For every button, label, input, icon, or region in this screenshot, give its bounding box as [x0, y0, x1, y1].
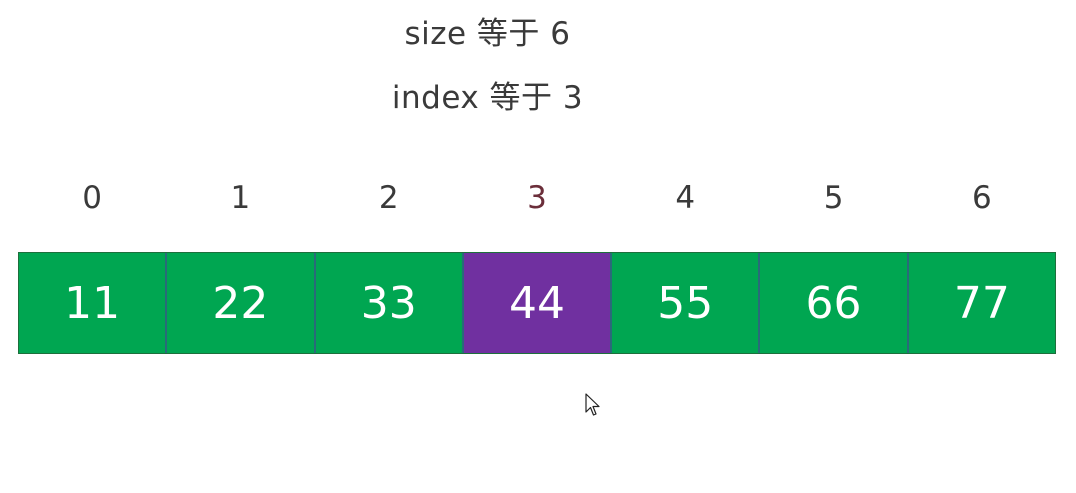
array-row: 11 22 33 44 55 66 77: [18, 252, 1056, 354]
index-label-0: 0: [82, 180, 102, 216]
array-cell: 55: [612, 253, 761, 353]
index-label-3: 3: [527, 180, 547, 216]
array-cell: 22: [167, 253, 316, 353]
array-cell: 11: [19, 253, 168, 353]
index-label-4: 4: [675, 180, 696, 216]
index-label-6: 6: [971, 180, 992, 216]
index-label-1: 1: [230, 180, 251, 216]
index-row: 0 1 2 3 4 5 6: [18, 180, 1056, 224]
index-label-5: 5: [823, 180, 844, 216]
mouse-pointer-icon: [585, 393, 600, 416]
index-label: index 等于 3: [391, 80, 584, 116]
array-cell: 33: [315, 253, 464, 353]
array-cell: 77: [908, 253, 1055, 353]
array-cell-highlighted: 44: [463, 253, 613, 353]
array-cell: 66: [760, 253, 909, 353]
size-label: size 等于 6: [404, 16, 571, 52]
index-label-2: 2: [378, 180, 399, 216]
